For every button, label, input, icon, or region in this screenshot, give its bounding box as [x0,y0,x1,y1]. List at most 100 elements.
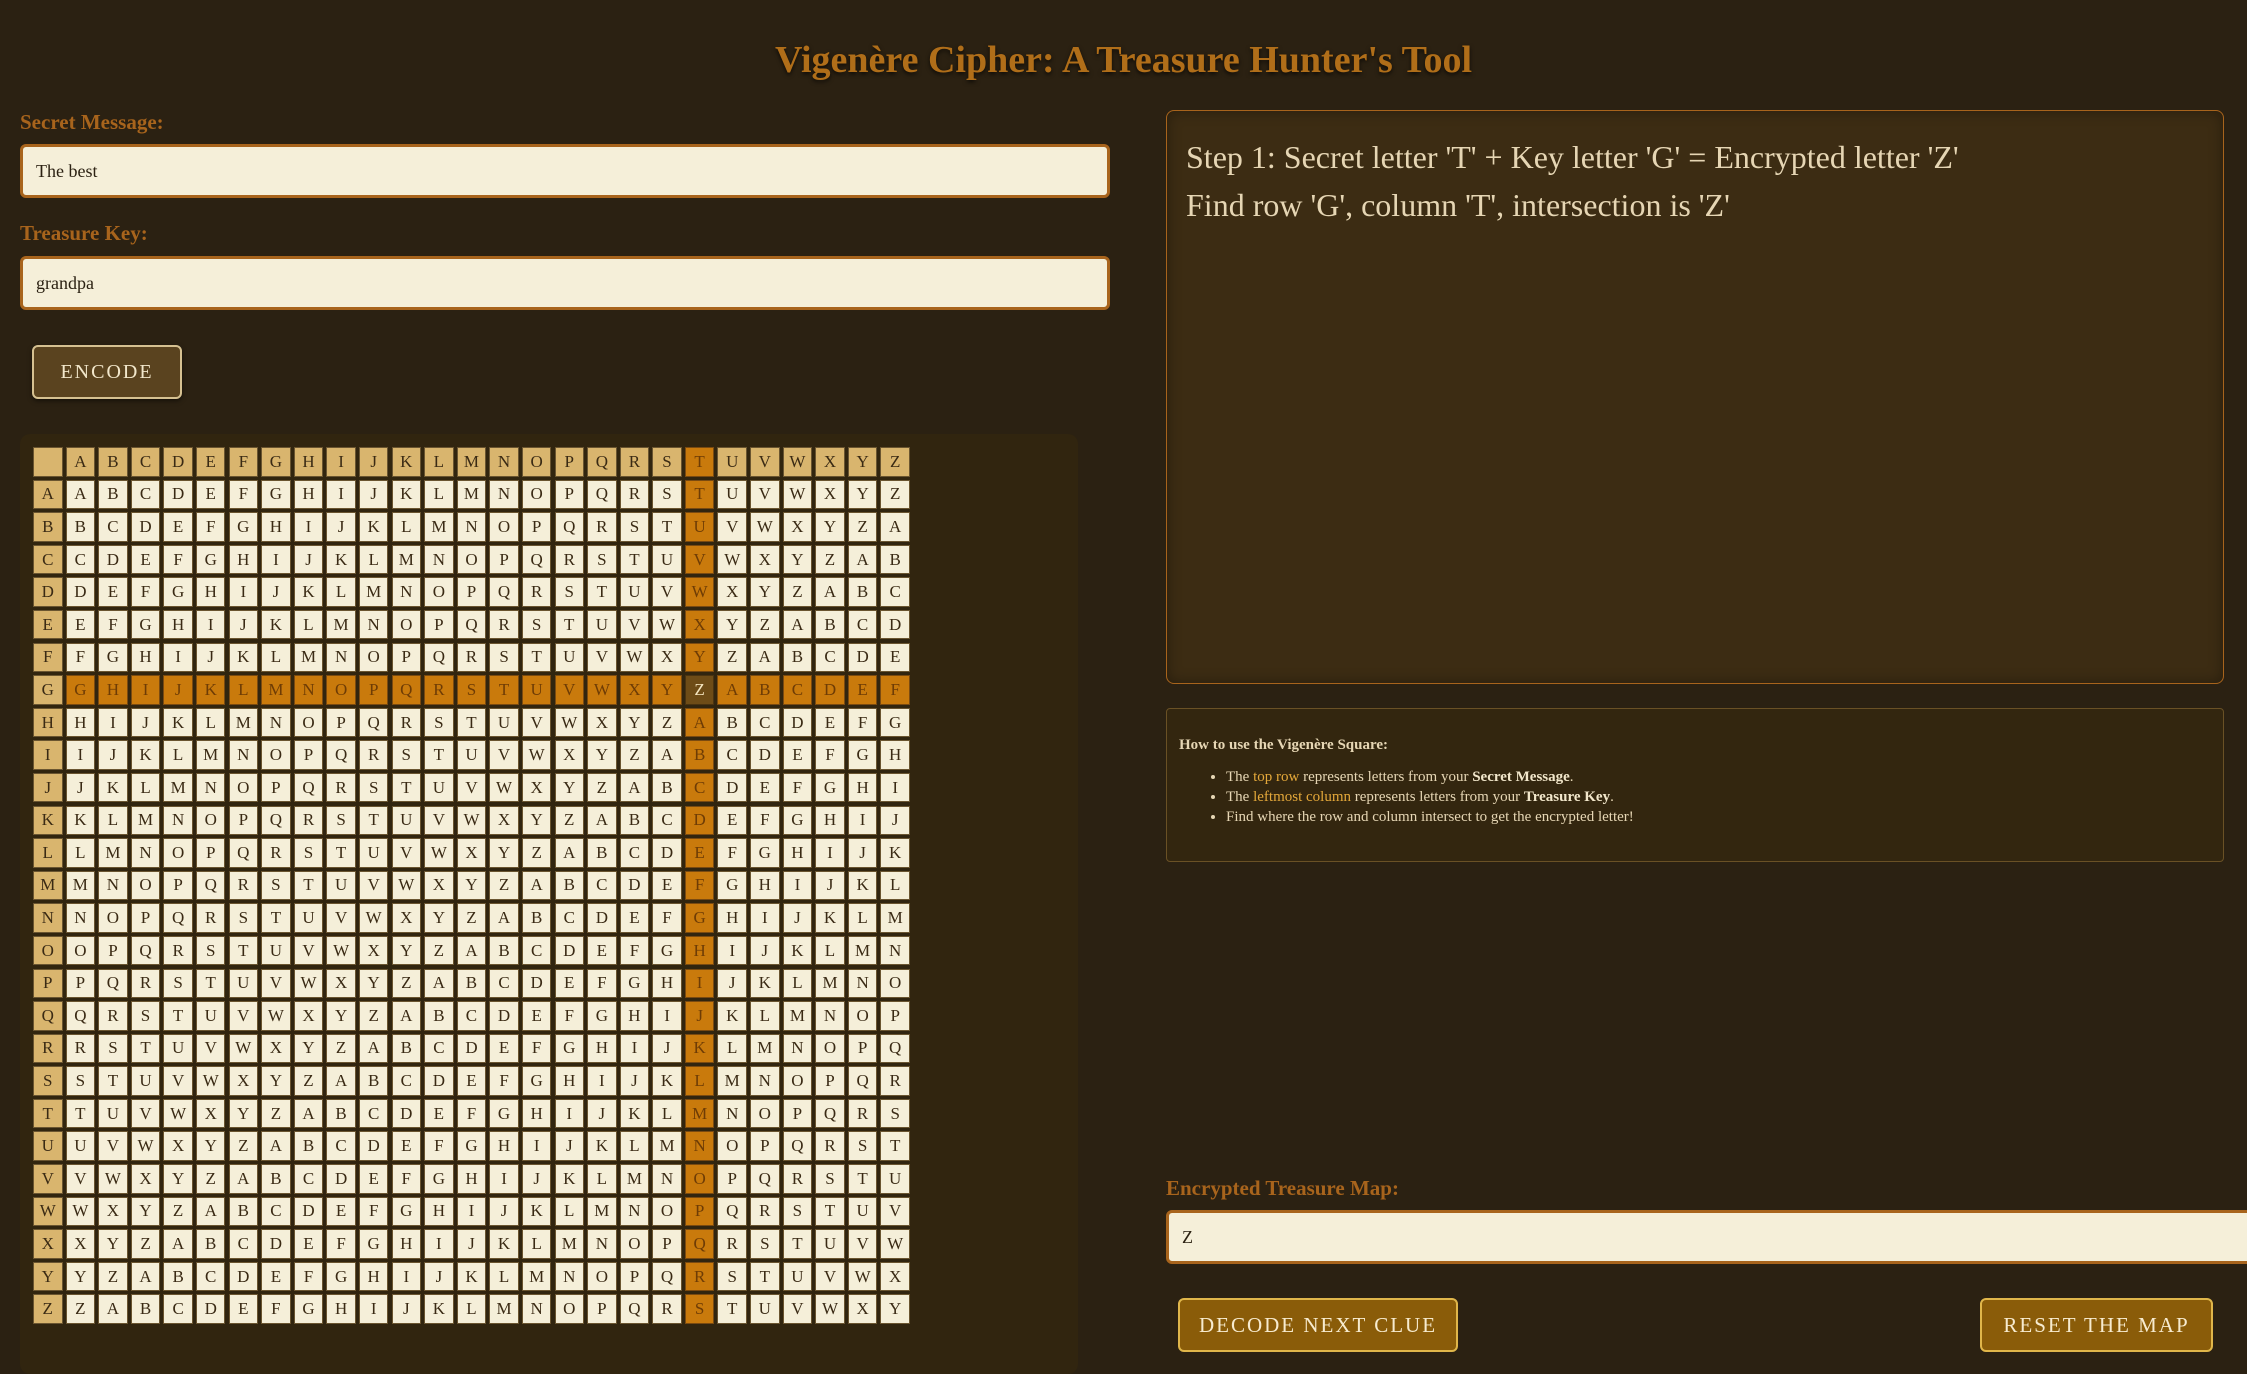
square-cell: N [880,935,910,966]
square-cell: E [489,1033,519,1064]
square-cell: A [65,479,96,510]
square-cell: E [98,577,128,607]
square-cell: P [750,1131,780,1161]
reset-map-button[interactable]: RESET THE MAP [1980,1298,2213,1352]
vigenere-grid: ABCDEFGHIJKLMNOPQRSTUVWXYZAABCDEFGHIJKLM… [33,447,910,1324]
square-cell: L [456,1294,487,1324]
square-cell: Z [391,968,422,998]
square-cell: X [684,609,715,640]
square-cell: G [261,479,291,510]
square-cell: B [130,1294,161,1324]
square-cell: I [521,1131,552,1161]
square-cell: M [261,675,291,705]
square-cell: R [261,838,291,868]
row-header-z: Z [33,1294,63,1324]
howto-text: The [1226,769,1254,785]
square-cell: L [521,1229,552,1259]
square-cell: H [98,675,128,705]
encrypted-map-output[interactable]: Z [1166,1210,2247,1264]
square-cell: R [652,1294,682,1324]
secret-message-input[interactable]: The best [20,144,1110,198]
square-cell: J [163,675,193,705]
square-cell: S [619,512,650,542]
square-cell: K [358,512,389,542]
square-cell: F [619,935,650,966]
square-cell: F [65,642,96,673]
square-cell: L [782,968,813,998]
square-cell: R [65,1033,96,1064]
square-cell: C [358,1098,389,1129]
howto-item: The top row represents letters from your… [1226,767,2211,787]
header-cell-r: R [619,447,650,477]
square-cell: I [684,968,715,998]
square-cell: T [228,935,259,966]
square-cell: F [293,1261,324,1292]
square-cell: M [358,577,389,607]
square-cell: C [391,1066,422,1096]
row-header-s: S [33,1066,63,1096]
square-cell: U [293,903,324,933]
square-cell: O [815,1033,845,1064]
encode-button[interactable]: ENCODE [32,345,182,399]
square-cell: Y [391,935,422,966]
howto-panel: How to use the Vigenère Square: The top … [1166,708,2224,862]
square-cell: E [521,1001,552,1031]
square-cell: P [880,1001,910,1031]
square-cell: U [554,642,584,673]
square-cell: I [326,479,356,510]
square-cell: S [163,968,193,998]
square-cell: F [847,707,878,738]
square-cell: S [326,805,356,836]
square-cell: N [424,544,454,575]
howto-text: . [1569,769,1574,785]
square-cell: V [652,577,682,607]
square-cell: P [391,642,422,673]
square-cell: K [65,805,96,836]
square-cell: J [782,903,813,933]
square-cell: X [228,1066,259,1096]
square-cell: A [326,1066,356,1096]
square-cell: G [587,1001,617,1031]
square-cell: K [880,838,910,868]
square-cell: K [163,707,193,738]
treasure-key-input[interactable]: grandpa [20,256,1110,310]
square-cell: X [391,903,422,933]
square-cell: X [750,544,780,575]
row-header-f: F [33,642,63,673]
square-cell: X [717,577,747,607]
square-cell: Z [261,1098,291,1129]
square-cell: M [391,544,422,575]
square-cell: G [717,870,747,901]
square-cell: V [554,675,584,705]
square-cell: F [815,740,845,770]
square-cell: Q [456,609,487,640]
header-cell-x: X [815,447,845,477]
square-cell: Z [130,1229,161,1259]
decode-next-clue-button[interactable]: DECODE NEXT CLUE [1178,1298,1458,1352]
square-cell: C [587,870,617,901]
square-cell: F [684,870,715,901]
square-cell: H [815,805,845,836]
square-cell: Y [98,1229,128,1259]
square-cell: R [847,1098,878,1129]
header-cell-c: C [130,447,161,477]
encrypted-map-label: Encrypted Treasure Map: [1166,1176,1399,1200]
square-cell: H [521,1098,552,1129]
square-cell: U [98,1098,128,1129]
square-cell: T [391,772,422,803]
square-cell: W [717,544,747,575]
square-cell: S [98,1033,128,1064]
square-cell: L [391,512,422,542]
square-cell: B [358,1066,389,1096]
square-cell: B [261,1164,291,1194]
square-cell: V [750,479,780,510]
howto-text: represents letters from your [1350,789,1524,805]
howto-list: The top row represents letters from your… [1179,767,2211,827]
square-cell: B [554,870,584,901]
square-cell: D [195,1294,226,1324]
square-cell: N [358,609,389,640]
square-cell: B [293,1131,324,1161]
square-cell: F [880,675,910,705]
square-cell: I [163,642,193,673]
square-cell: B [847,577,878,607]
